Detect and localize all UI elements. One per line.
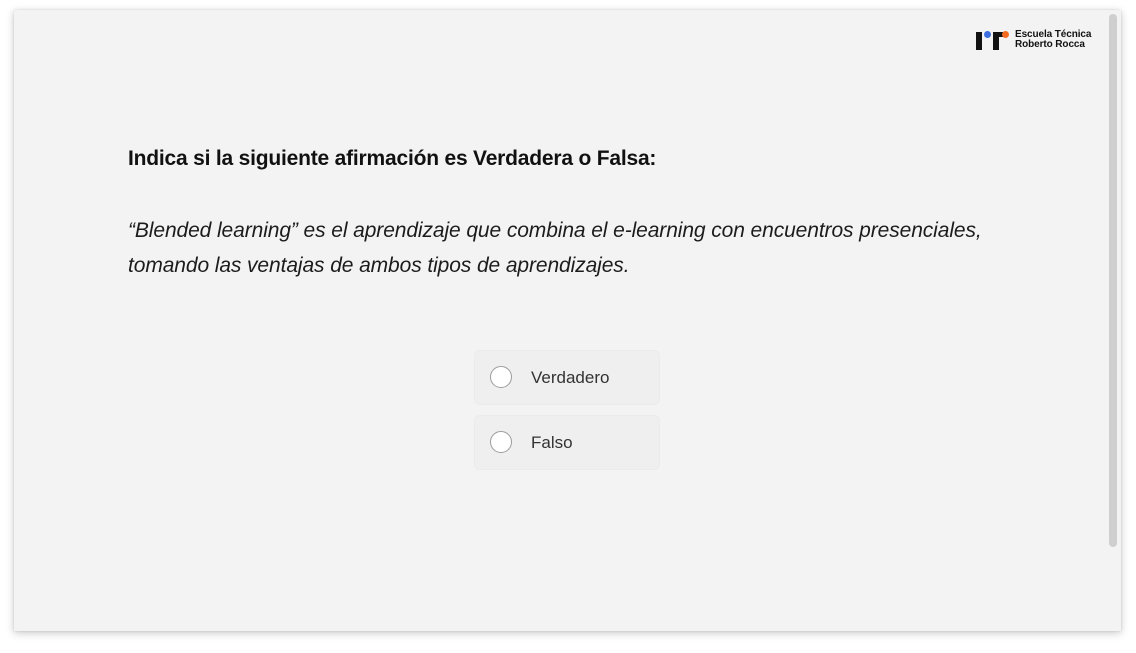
option-label: Falso <box>531 433 573 452</box>
slide-frame: Escuela Técnica Roberto Rocca Indica si … <box>14 10 1121 631</box>
radio-circle-icon[interactable] <box>490 431 512 453</box>
option-falso[interactable]: Falso <box>474 415 660 470</box>
question-statement: “Blended learning” es el aprendizaje que… <box>128 219 982 277</box>
logo-mark-icon <box>976 30 1010 50</box>
question-title: Indica si la siguiente afirmación es Ver… <box>128 147 657 170</box>
option-label: Verdadero <box>531 368 610 387</box>
radio-circle-icon[interactable] <box>490 366 512 388</box>
logo-text-line2: Roberto Rocca <box>1015 39 1085 50</box>
logo-text: Escuela Técnica Roberto Rocca <box>1015 30 1091 50</box>
school-logo: Escuela Técnica Roberto Rocca <box>976 30 1091 50</box>
option-verdadero[interactable]: Verdadero <box>474 350 660 405</box>
vertical-scrollbar[interactable] <box>1109 14 1117 547</box>
